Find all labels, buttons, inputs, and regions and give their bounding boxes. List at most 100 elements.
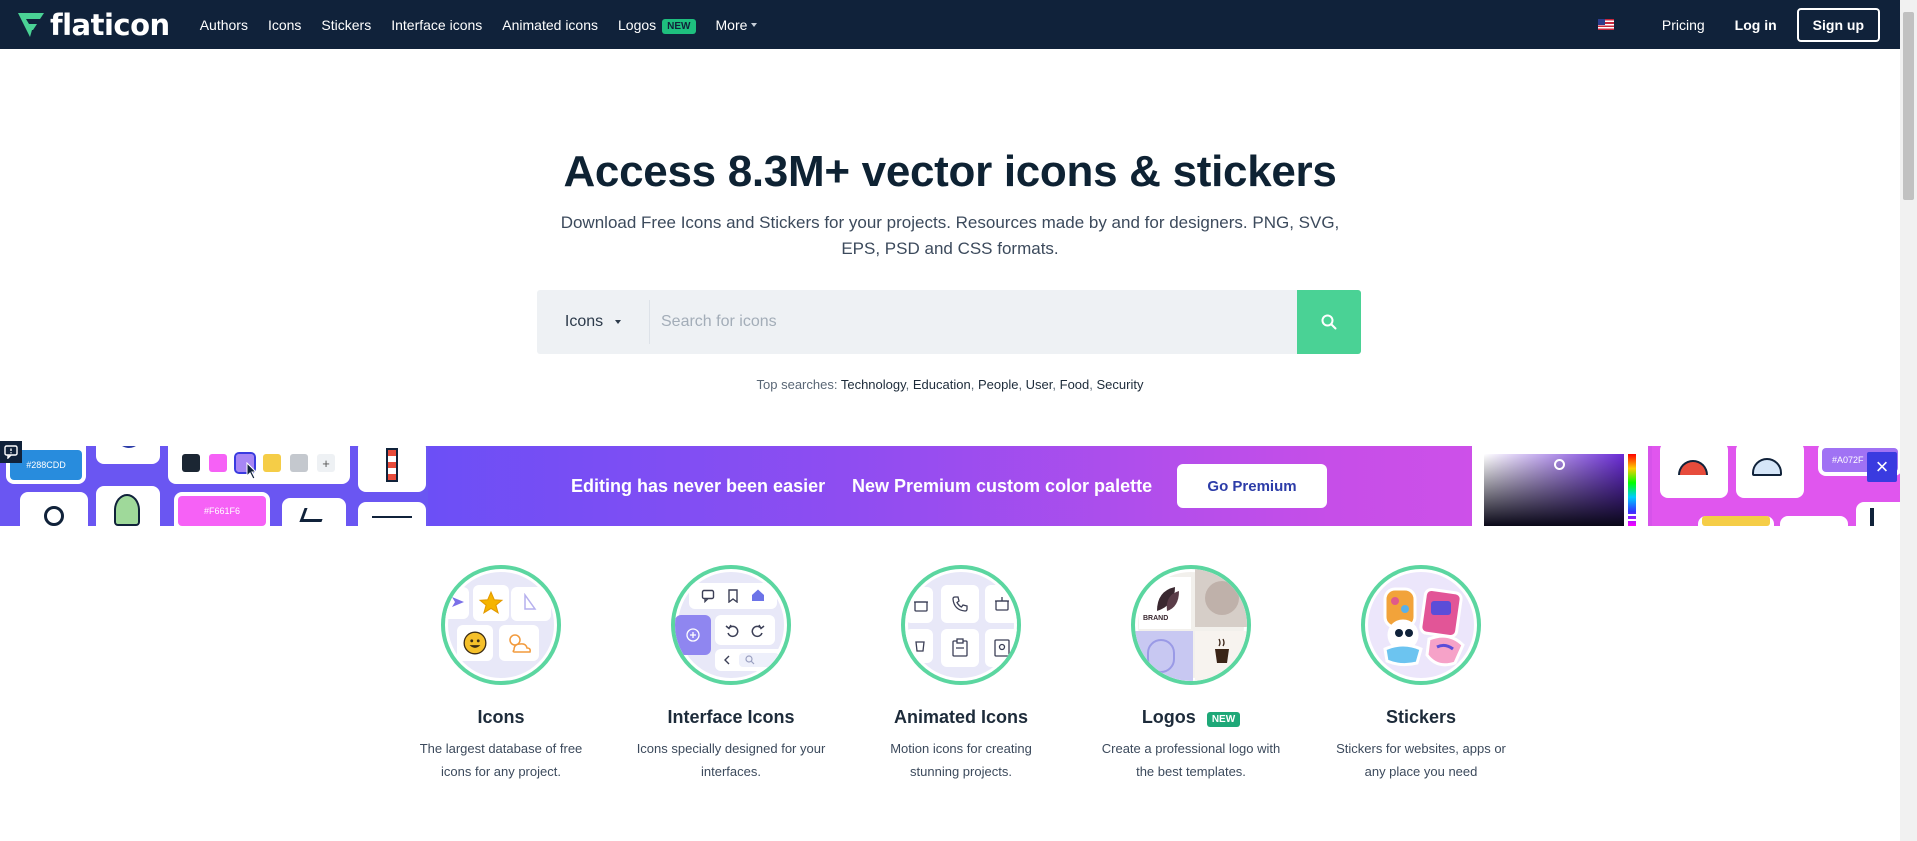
search-tile	[715, 649, 785, 671]
top-search-food[interactable]: Food	[1060, 377, 1090, 392]
feedback-button[interactable]	[0, 441, 22, 463]
chevron-down-icon	[615, 320, 622, 324]
page-scrollbar[interactable]	[1900, 0, 1917, 841]
banner-tile	[20, 492, 88, 526]
category-icons-illustration	[441, 565, 561, 685]
banner-tile	[1660, 446, 1728, 498]
leaf-logo-icon	[1157, 587, 1179, 611]
category-logos[interactable]: BRAND Logos NEW Create a professional lo…	[1076, 565, 1306, 783]
category-logos-title-text: Logos	[1141, 707, 1196, 727]
close-banner-button[interactable]: ×	[1867, 452, 1897, 482]
nav-logos-label: Logos	[618, 16, 657, 33]
pot-icon	[995, 597, 1009, 611]
hue-slider-handle	[1626, 514, 1638, 521]
color-picker-handle	[1554, 459, 1565, 470]
brand-name: flaticon	[50, 7, 170, 42]
category-animated-icons[interactable]: Animated Icons Motion icons for creating…	[846, 565, 1076, 783]
search-type-dropdown[interactable]: Icons	[537, 300, 650, 344]
flaticon-logo[interactable]: flaticon	[16, 8, 170, 42]
category-stickers-illustration	[1361, 565, 1481, 685]
color-palette-tile: +	[168, 446, 350, 484]
star-icon	[478, 590, 504, 614]
anchor-icon	[1870, 508, 1874, 526]
top-searches-label: Top searches:	[756, 377, 838, 392]
nav-more-dropdown[interactable]: More	[716, 17, 758, 33]
anim-tile	[905, 629, 933, 663]
search-icon	[1321, 314, 1337, 330]
top-search-people[interactable]: People	[978, 377, 1018, 392]
logo-tile	[1195, 569, 1247, 627]
search-button[interactable]	[1297, 290, 1361, 354]
top-search-technology[interactable]: Technology	[841, 377, 906, 392]
swatch-yellow	[263, 454, 281, 472]
hero-subtitle: Download Free Icons and Stickers for you…	[560, 213, 1340, 258]
smiley-tile	[457, 625, 493, 661]
add-tile	[675, 615, 711, 655]
coffee-logo-icon	[1215, 638, 1229, 663]
add-swatch-icon: +	[317, 454, 335, 472]
banner-tile	[358, 446, 426, 492]
premium-banner[interactable]: #288CDD + #F661F6 Editing has never been…	[0, 446, 1900, 526]
category-icons-title: Icons	[477, 707, 525, 727]
phone-icon	[952, 596, 968, 612]
category-cards: Icons The largest database of free icons…	[386, 565, 1536, 783]
category-stickers[interactable]: Stickers Stickers for websites, apps or …	[1306, 565, 1536, 783]
banner-tile	[282, 498, 346, 526]
send-icon	[452, 597, 464, 607]
category-icons-desc: The largest database of free icons for a…	[419, 741, 583, 779]
boat-icon	[299, 508, 327, 522]
category-logos-desc: Create a professional logo with the best…	[1101, 741, 1281, 779]
search-input[interactable]	[650, 290, 1297, 354]
color-picker-gradient	[1484, 454, 1624, 526]
mini-search-field	[739, 653, 779, 667]
banner-tile	[1780, 516, 1848, 526]
banner-tile	[96, 446, 160, 464]
banner-tile	[1736, 446, 1804, 498]
flaticon-logo-icon	[18, 12, 44, 37]
us-flag-icon[interactable]	[1597, 19, 1614, 30]
arrow-tile	[445, 587, 469, 619]
category-logos-illustration: BRAND	[1131, 565, 1251, 685]
chevron-left-icon	[724, 655, 730, 665]
id-card-icon	[994, 639, 1010, 657]
category-interface-icons-title: Interface Icons	[667, 707, 795, 727]
brand-mark: BRAND	[1143, 615, 1169, 622]
nav-right: Pricing Log in Sign up	[1597, 7, 1880, 42]
nav-logos[interactable]: Logos NEW	[618, 16, 696, 34]
top-searches: Top searches: Technology, Education, Peo…	[756, 377, 1144, 392]
top-navbar: flaticon Authors Icons Stickers Interfac…	[0, 0, 1900, 49]
category-icons[interactable]: Icons The largest database of free icons…	[386, 565, 616, 783]
nav-pricing[interactable]: Pricing	[1662, 17, 1705, 33]
home-icon	[752, 589, 764, 601]
banner-tile: #F661F6	[174, 492, 270, 526]
new-badge: NEW	[1206, 712, 1241, 727]
hue-slider	[1626, 454, 1638, 526]
undo-icon	[725, 624, 739, 638]
nav-stickers[interactable]: Stickers	[321, 17, 371, 33]
logo-tile	[1195, 631, 1247, 681]
nav-authors[interactable]: Authors	[200, 17, 248, 33]
plant-icon	[114, 494, 140, 526]
login-link[interactable]: Log in	[1735, 17, 1777, 33]
chevron-down-icon	[751, 22, 758, 27]
nav-interface-icons[interactable]: Interface icons	[391, 17, 482, 33]
logo-tile	[1135, 631, 1193, 681]
banner-right-decoration: #A072F	[1652, 446, 1900, 526]
category-animated-icons-title: Animated Icons	[893, 707, 1029, 727]
weather-tile	[499, 625, 539, 661]
banner-tile	[1856, 502, 1900, 526]
nav-icons[interactable]: Icons	[268, 17, 301, 33]
go-premium-button[interactable]: Go Premium	[1177, 464, 1327, 508]
weather-icon	[509, 634, 531, 653]
top-search-education[interactable]: Education	[913, 377, 971, 392]
scrollbar-thumb[interactable]	[1903, 12, 1914, 200]
wave-icon	[372, 512, 412, 518]
top-search-user[interactable]: User	[1026, 377, 1053, 392]
signup-button[interactable]: Sign up	[1796, 7, 1880, 42]
eye-icon	[44, 506, 64, 526]
category-interface-icons[interactable]: Interface Icons Icons specially designed…	[616, 565, 846, 783]
nav-animated-icons[interactable]: Animated icons	[502, 17, 598, 33]
top-search-security[interactable]: Security	[1097, 377, 1144, 392]
stickers-collage-icon	[1383, 587, 1465, 667]
swatch-yellow-right	[1702, 516, 1770, 526]
